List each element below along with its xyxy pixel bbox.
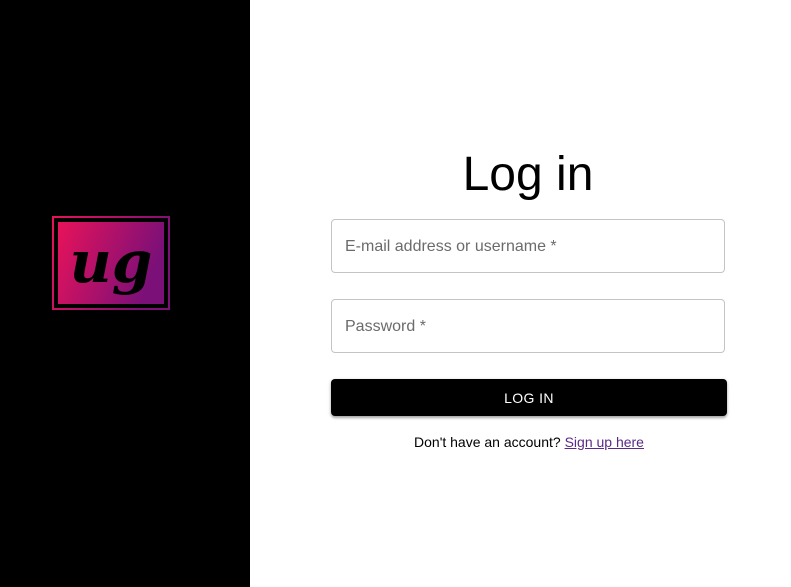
signup-link[interactable]: Sign up here xyxy=(565,434,644,450)
brand-panel: UG xyxy=(0,0,250,587)
page-title: Log in xyxy=(462,148,594,201)
password-input[interactable] xyxy=(332,300,724,352)
login-page: UG Log in E-mail address or username * P… xyxy=(0,0,791,587)
logo-lettering: UG xyxy=(70,228,153,296)
login-button[interactable]: LOG IN xyxy=(331,379,727,416)
email-field[interactable]: E-mail address or username * xyxy=(331,219,725,273)
signup-prompt-text: Don't have an account? xyxy=(414,434,561,450)
brand-logo-graphic: UG xyxy=(52,216,170,310)
form-panel: Log in E-mail address or username * Pass… xyxy=(250,0,791,587)
brand-logo: UG xyxy=(52,216,170,310)
email-input[interactable] xyxy=(332,220,724,272)
password-field[interactable]: Password * xyxy=(331,299,725,353)
signup-prompt-line: Don't have an account? Sign up here xyxy=(331,433,727,451)
